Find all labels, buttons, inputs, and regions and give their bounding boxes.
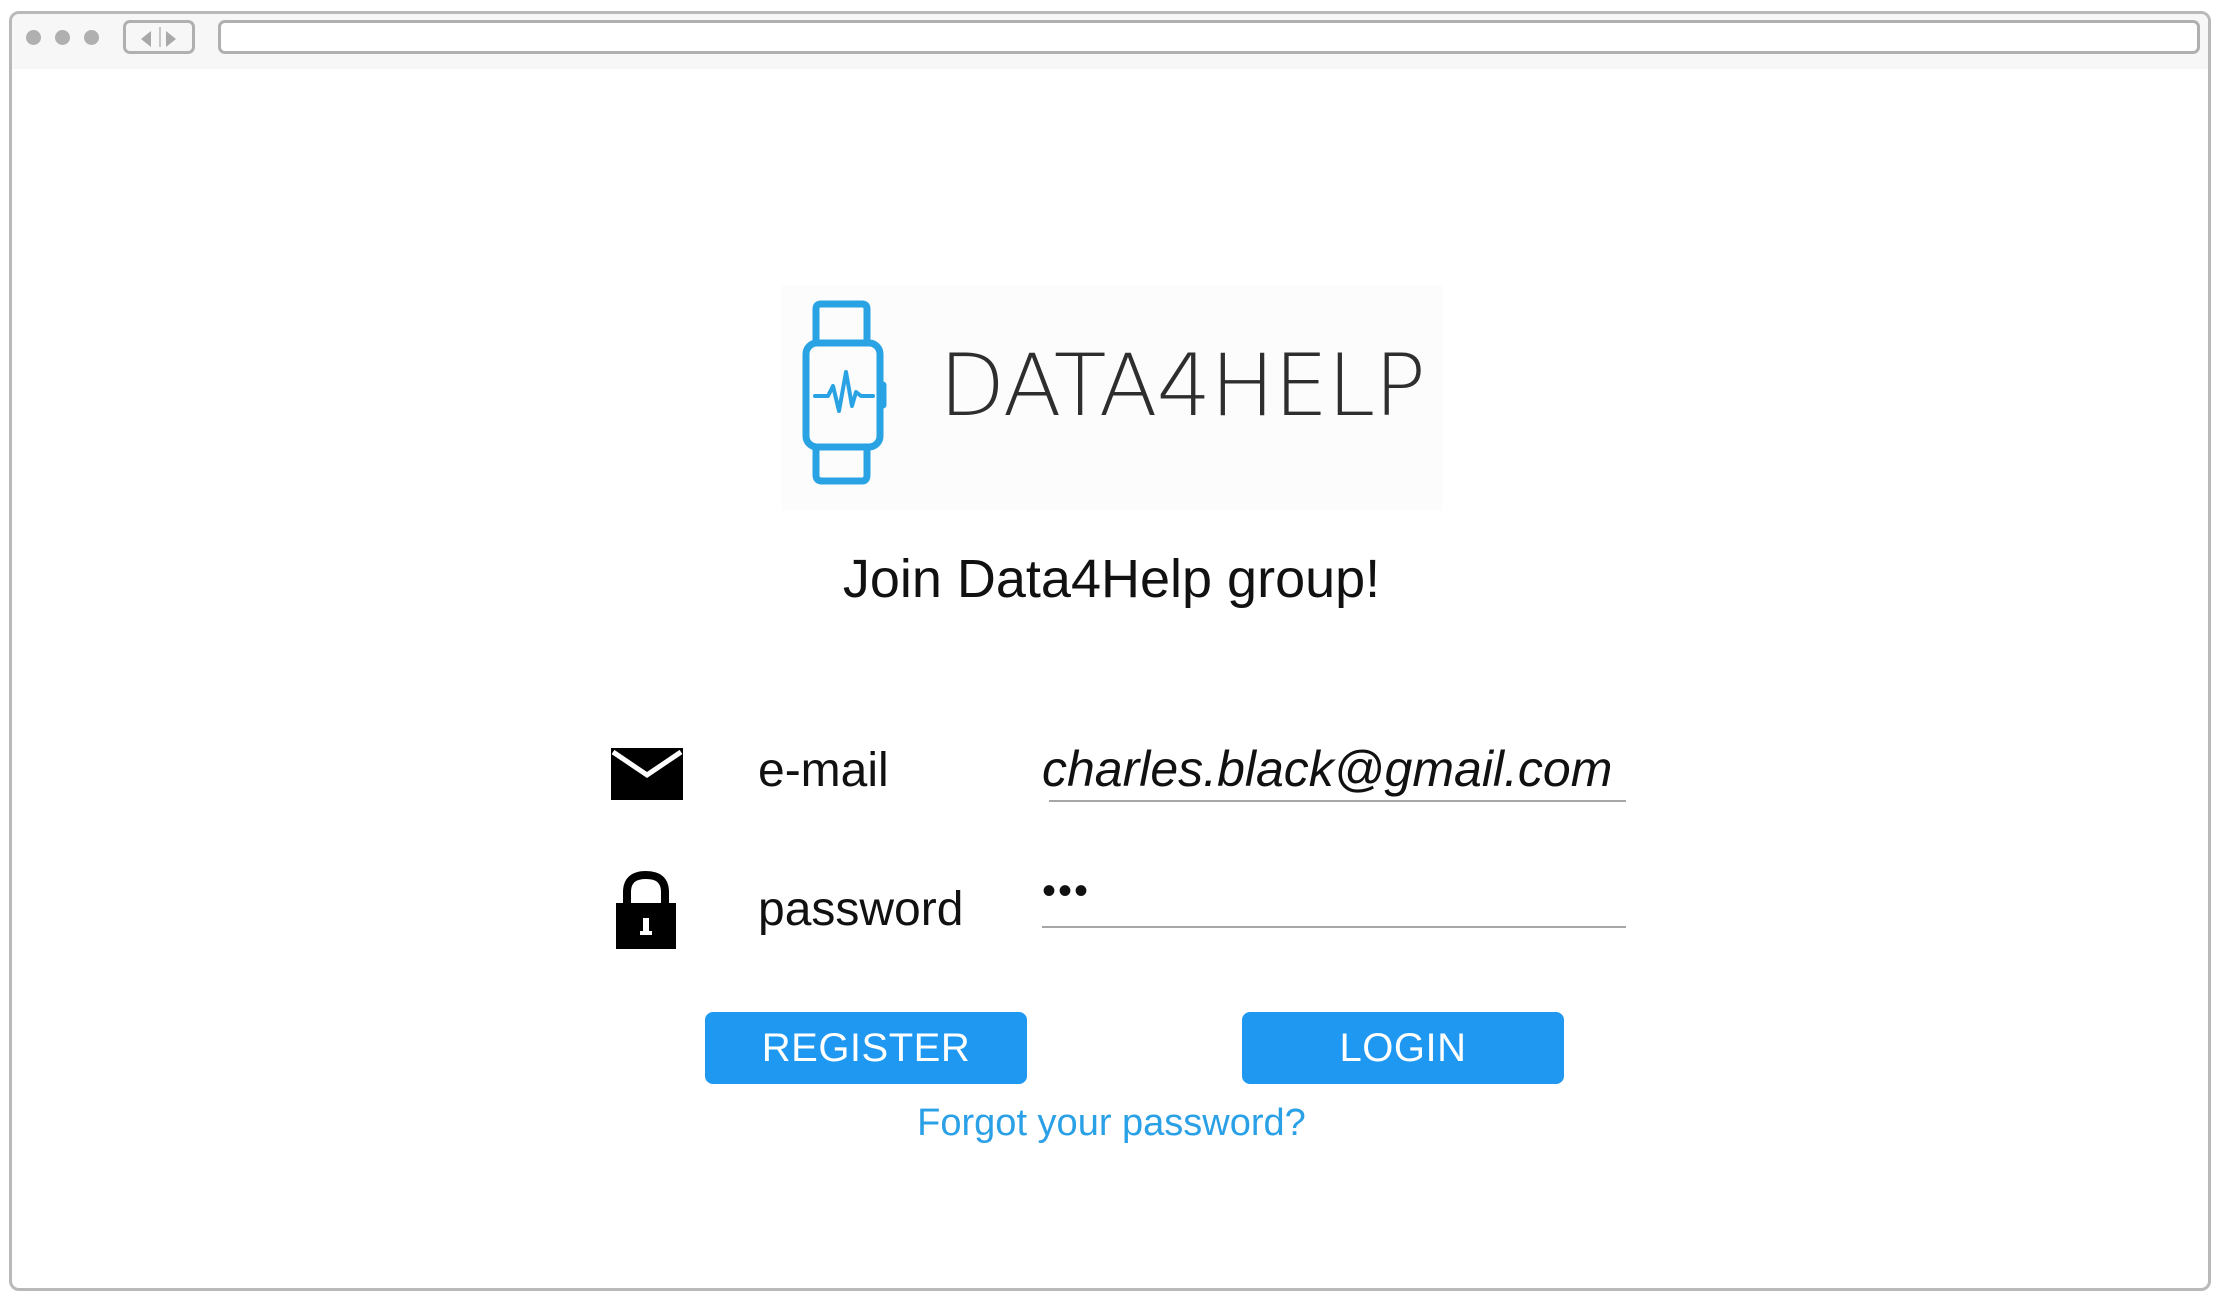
smartwatch-icon (802, 300, 887, 485)
nav-separator (159, 27, 161, 47)
lock-icon (616, 870, 676, 949)
email-underline (1049, 800, 1626, 802)
page-title: Join Data4Help group! (842, 549, 1381, 609)
data4help-logo: DATA4HELP (782, 285, 1442, 510)
forgot-password-link[interactable]: Forgot your password? (0, 1102, 2223, 1145)
browser-toolbar (12, 14, 2208, 69)
back-arrow-icon[interactable] (141, 31, 151, 47)
minimize-window-dot[interactable] (55, 30, 70, 45)
nav-buttons (123, 20, 195, 54)
address-bar[interactable] (218, 20, 2200, 54)
window-controls (26, 30, 99, 45)
email-label: e-mail (758, 744, 889, 797)
maximize-window-dot[interactable] (84, 30, 99, 45)
password-underline (1042, 926, 1626, 928)
browser-window (9, 11, 2211, 1291)
logo-wordmark: DATA4HELP (939, 336, 1426, 436)
forward-arrow-icon[interactable] (166, 31, 176, 47)
email-input[interactable] (1042, 740, 1632, 798)
login-button[interactable]: LOGIN (1242, 1012, 1564, 1084)
password-input[interactable]: ••• (1042, 866, 1632, 916)
password-label: password (758, 883, 964, 936)
register-button[interactable]: REGISTER (705, 1012, 1027, 1084)
envelope-icon (611, 748, 683, 800)
close-window-dot[interactable] (26, 30, 41, 45)
